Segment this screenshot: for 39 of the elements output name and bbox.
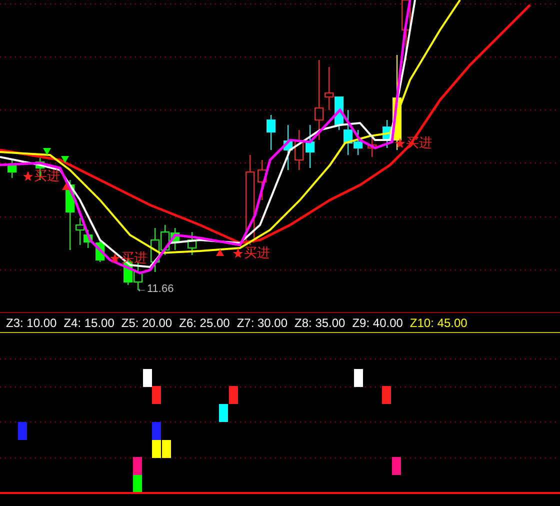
down-triangle-icon: [43, 148, 51, 155]
star-icon: [110, 253, 120, 263]
candlestick: [266, 114, 276, 150]
signal-bar: [382, 386, 391, 404]
price-low-label: ←11.66: [136, 284, 174, 295]
signal-bar: [152, 422, 161, 440]
legend-value: Z5: 20.00: [121, 316, 172, 328]
signal-bar: [143, 369, 152, 387]
legend-value: Z4: 15.00: [64, 316, 114, 328]
legend-value: Z9: 40.00: [352, 316, 403, 328]
candlestick: [294, 130, 304, 170]
candlestick: [170, 228, 180, 250]
candlestick: [8, 160, 16, 178]
star-icon: [395, 138, 405, 148]
signal-label: 买进: [244, 246, 270, 259]
signal-bar: [18, 422, 27, 440]
signal-bar: [133, 457, 142, 475]
signal-bar: [354, 369, 363, 387]
signal-bar: [162, 440, 171, 458]
legend-value: Z8: 35.00: [294, 316, 346, 328]
legend-value: Z3: 10.00: [6, 316, 57, 328]
legend-value: Z7: 30.00: [236, 316, 288, 328]
signal-label: 买进: [121, 251, 147, 264]
up-triangle-icon: [62, 183, 70, 190]
down-triangle-icon: [61, 156, 69, 163]
signal-bar: [133, 475, 142, 493]
star-icon: [233, 248, 243, 258]
legend-value: Z6: 25.00: [179, 316, 230, 328]
signal-bar: [152, 386, 161, 404]
star-icon: [23, 171, 33, 181]
legend-value: Z10: 45.00: [410, 316, 468, 328]
candlestick: [368, 136, 376, 158]
signal-bar: [219, 404, 228, 422]
signal-bar: [392, 457, 401, 475]
candlestick: [188, 232, 196, 256]
signal-bar: [152, 440, 161, 458]
candlestick: [284, 124, 292, 170]
up-triangle-icon: [216, 249, 224, 256]
signal-bar: [229, 386, 238, 404]
